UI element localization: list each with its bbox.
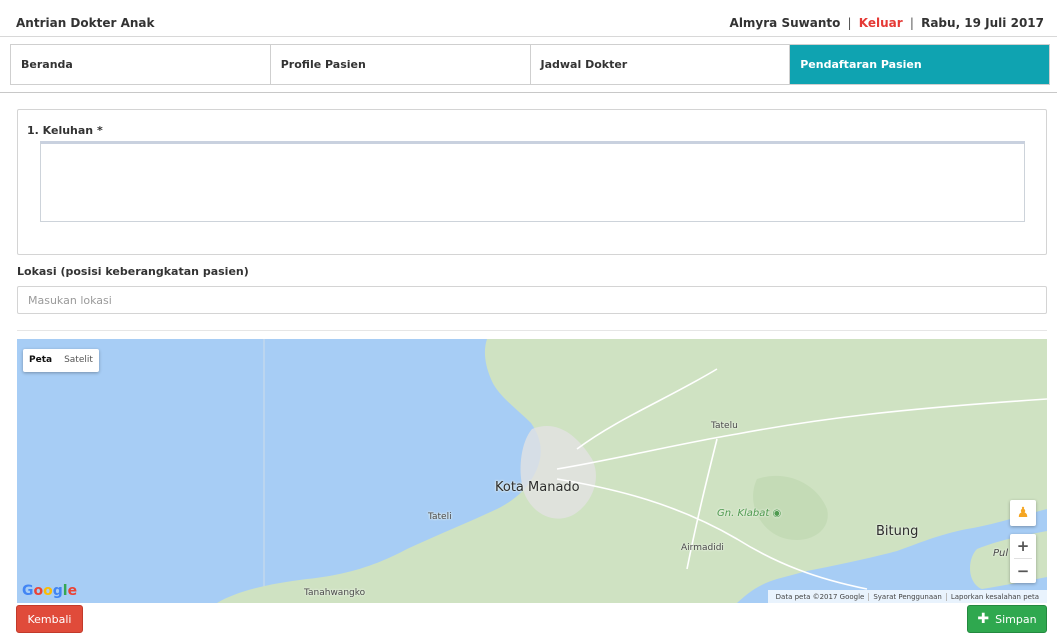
tab-beranda[interactable]: Beranda (11, 45, 271, 84)
place-label: Gn. Klabat ◉ (717, 508, 781, 519)
top-bar: Antrian Dokter Anak Almyra Suwanto | Kel… (0, 0, 1057, 37)
complaint-panel: 1. Keluhan * (17, 109, 1047, 255)
location-input[interactable] (17, 286, 1047, 314)
map-type-peta[interactable]: Peta (23, 349, 58, 372)
mountain-icon: ◉ (772, 508, 782, 519)
place-label: Tatelu (711, 421, 738, 431)
location-label: Lokasi (posisi keberangkatan pasien) (17, 265, 249, 278)
plus-icon: ✚ (977, 611, 990, 627)
place-label: Pul (993, 548, 1009, 559)
user-name: Almyra Suwanto (729, 16, 841, 30)
current-date: Rabu, 19 Juli 2017 (921, 16, 1044, 30)
map-data-credit: Data peta ©2017 Google (772, 592, 870, 601)
main-nav: Beranda Profile Pasien Jadwal Dokter Pen… (10, 44, 1050, 85)
map-terms-link[interactable]: Syarat Penggunaan (869, 592, 947, 601)
map-report-link[interactable]: Laporkan kesalahan peta (947, 593, 1043, 601)
map-type-control: Peta Satelit (23, 349, 99, 372)
save-button-label: Simpan (995, 612, 1037, 626)
place-label: Tanahwangko (304, 588, 366, 598)
user-bar: Almyra Suwanto | Keluar | Rabu, 19 Juli … (730, 16, 1044, 30)
map-view[interactable]: Peta Satelit Tatelu Kota Manado Tateli G… (17, 339, 1047, 603)
zoom-in-button[interactable]: + (1010, 534, 1036, 558)
back-button[interactable]: Kembali (16, 605, 83, 633)
separator: | (909, 16, 914, 30)
map-type-satelit[interactable]: Satelit (58, 349, 99, 372)
tab-jadwal-dokter[interactable]: Jadwal Dokter (530, 45, 791, 84)
street-view-pegman-icon[interactable]: ♟ (1010, 500, 1036, 526)
location-divider (17, 330, 1047, 331)
tab-profile-pasien[interactable]: Profile Pasien (270, 45, 531, 84)
save-button[interactable]: ✚ Simpan (967, 605, 1047, 633)
place-label: Kota Manado (495, 480, 580, 495)
zoom-control: + − (1010, 534, 1036, 583)
separator: | (847, 16, 852, 30)
zoom-out-button[interactable]: − (1010, 559, 1036, 583)
google-logo: Google (22, 583, 78, 599)
place-label: Bitung (876, 524, 919, 539)
nav-divider (0, 92, 1057, 93)
map-attribution: Data peta ©2017 Google Syarat Penggunaan… (767, 590, 1047, 603)
complaint-label: 1. Keluhan * (27, 124, 103, 137)
land-mainland (217, 339, 1047, 603)
mountain-name: Gn. Klabat (717, 508, 770, 519)
complaint-textarea[interactable] (40, 141, 1025, 222)
tab-pendaftaran-pasien[interactable]: Pendaftaran Pasien (790, 45, 1049, 84)
map-canvas (217, 339, 1047, 603)
app-title: Antrian Dokter Anak (16, 16, 155, 30)
logout-link[interactable]: Keluar (859, 16, 903, 30)
place-label: Airmadidi (681, 543, 724, 553)
place-label: Tateli (428, 512, 452, 522)
